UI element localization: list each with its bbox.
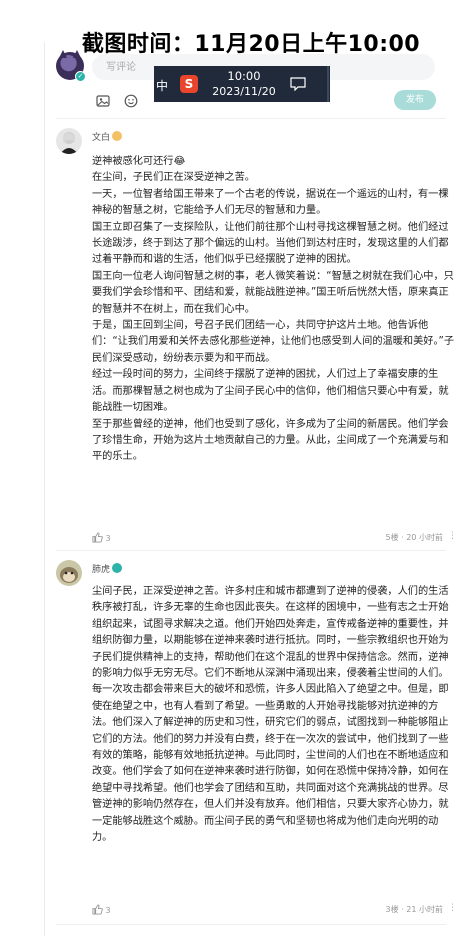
comment-paragraph: 经过一段时间的努力，尘间终于摆脱了逆神的困扰，人们过上了幸福安康的生活。而那棵智…	[92, 369, 449, 414]
like-button[interactable]: 3	[92, 532, 111, 543]
floor-timestamp: 5楼 · 20 小时前	[385, 533, 443, 542]
ime-indicator[interactable]: 中	[156, 77, 168, 94]
level-badge-icon	[112, 131, 123, 141]
divider	[56, 550, 446, 551]
comment-paragraph: 国王立即召集了一支探险队，让他们前往那个山村寻找这棵智慧之树。他们经过长途跋涉，…	[92, 221, 449, 266]
comment-paragraph: 至于那些曾经的逆神，他们也受到了感化，许多成为了尘间的新居民。他们学会了珍惜生命…	[92, 418, 449, 463]
screenshot-timestamp: 截图时间：11月20日上午10:00	[81, 32, 421, 57]
like-count: 3	[105, 534, 111, 543]
avatar[interactable]	[56, 560, 82, 586]
more-options-icon[interactable]: ⋮	[448, 531, 457, 541]
comment-paragraph: 尘间子民，正深受逆神之苦。许多村庄和城市都遭到了逆神的侵袭，人们的生活秩序被打乱…	[92, 586, 449, 844]
publish-button[interactable]: 发布	[394, 90, 436, 110]
verified-badge-icon: ✓	[75, 71, 86, 82]
floor-timestamp: 3楼 · 21 小时前	[385, 905, 443, 914]
comment-body: 逆神被感化可还行😂 在尘间，子民们正在深受逆神之苦。 一天，一位智者给国王带来了…	[92, 154, 457, 466]
level-badge-icon	[112, 563, 123, 573]
comment-meta: 3 5楼 · 20 小时前 ⋮	[92, 531, 457, 546]
thumbs-up-icon	[92, 532, 103, 543]
thumbs-up-icon	[92, 904, 103, 915]
comment-author[interactable]: 文白	[92, 130, 123, 143]
notification-icon[interactable]	[290, 76, 306, 92]
like-count: 3	[105, 906, 111, 915]
sogou-input-icon[interactable]: S	[180, 75, 198, 93]
comment-paragraph: 一天，一位智者给国王带来了一个古老的传说，据说在一个遥远的山村，有一棵神秘的智慧…	[92, 188, 449, 217]
comment-paragraph: 国王向一位老人询问智慧之树的事，老人微笑着说：“智慧之树就在我们心中，只要我们学…	[92, 270, 454, 315]
image-icon[interactable]	[96, 93, 110, 107]
comment-author[interactable]: 肺虎	[92, 562, 123, 575]
divider	[56, 924, 446, 925]
show-desktop-button[interactable]	[327, 66, 329, 102]
comment-paragraph: 逆神被感化可还行😂	[92, 156, 186, 167]
emoji-icon[interactable]	[124, 93, 138, 108]
comment-meta: 3 3楼 · 21 小时前 ⋮	[92, 903, 457, 918]
taskbar-overlay: 中 S 10:00 2023/11/20	[154, 66, 330, 102]
comment-body: 尘间子民，正深受逆神之苦。许多村庄和城市都遭到了逆神的侵袭，人们的生活秩序被打乱…	[92, 584, 457, 847]
divider	[56, 118, 446, 119]
avatar[interactable]	[56, 128, 82, 154]
like-button[interactable]: 3	[92, 904, 111, 915]
comment-paragraph: 于是，国王回到尘间，号召子民们团结一心，共同守护这片土地。他告诉他们：“让我们用…	[92, 320, 455, 364]
more-options-icon[interactable]: ⋮	[448, 903, 457, 913]
clock-date[interactable]: 2023/11/20	[206, 85, 282, 98]
clock-time[interactable]: 10:00	[206, 69, 282, 83]
comment-paragraph: 在尘间，子民们正在深受逆神之苦。	[92, 172, 255, 184]
